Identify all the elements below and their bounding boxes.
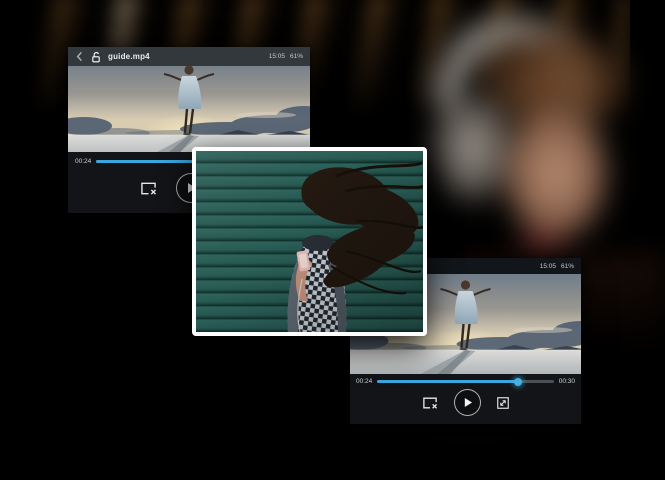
player1-status: 15:05 61% bbox=[269, 53, 303, 60]
seek-bar-fill bbox=[377, 380, 518, 383]
framed-photo-card bbox=[192, 147, 427, 336]
seek-bar[interactable] bbox=[377, 380, 553, 383]
play-button[interactable] bbox=[454, 389, 481, 416]
video-filename: guide.mp4 bbox=[108, 52, 150, 61]
screen-off-icon bbox=[139, 181, 158, 196]
player1-header-bar: guide.mp4 15:05 61% bbox=[68, 47, 310, 66]
teal-wall-photo bbox=[196, 151, 423, 332]
screen-off-button[interactable] bbox=[139, 181, 158, 196]
status-battery: 61% bbox=[290, 53, 303, 60]
unlocked-padlock-icon[interactable] bbox=[90, 51, 102, 63]
total-time-label: 00:30 bbox=[559, 378, 575, 385]
player2-status: 15:05 61% bbox=[540, 263, 574, 270]
player2-control-panel: 00:24 00:30 bbox=[350, 374, 581, 424]
status-clock: 15:05 bbox=[540, 263, 556, 270]
status-battery: 61% bbox=[561, 263, 574, 270]
photo-vignette bbox=[196, 151, 423, 332]
fullscreen-expand-icon bbox=[496, 396, 510, 410]
back-icon[interactable] bbox=[75, 51, 84, 62]
player2-progress-row: 00:24 00:30 bbox=[350, 374, 581, 387]
screen-off-button[interactable] bbox=[421, 396, 439, 410]
current-time-label: 00:24 bbox=[75, 158, 91, 165]
fullscreen-button[interactable] bbox=[496, 396, 510, 410]
current-time-label: 00:24 bbox=[356, 378, 372, 385]
status-clock: 15:05 bbox=[269, 53, 285, 60]
screen-off-icon bbox=[421, 396, 439, 410]
promo-canvas: guide.mp4 15:05 61% 00:24 00:30 bbox=[0, 0, 665, 480]
seek-bar-thumb[interactable] bbox=[514, 378, 522, 386]
play-icon bbox=[463, 397, 473, 408]
player2-controls bbox=[350, 387, 581, 424]
beach-video-still bbox=[68, 66, 310, 152]
player1-video-frame[interactable] bbox=[68, 66, 310, 152]
